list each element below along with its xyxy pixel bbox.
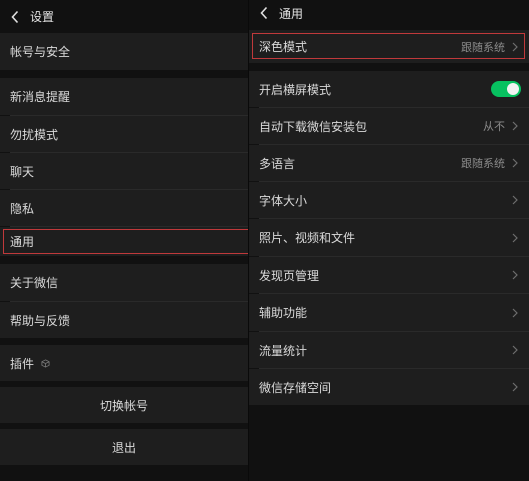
chevron-right-icon <box>509 344 521 356</box>
screens: 设置 帐号与安全 新消息提醒 勿扰模式 聊天 隐私 通用 关于微信 帮助与反馈 <box>0 0 529 481</box>
chevron-right-icon <box>509 307 521 319</box>
item-label: 自动下载微信安装包 <box>259 119 368 134</box>
item-label: 字体大小 <box>259 193 308 208</box>
item-label: 新消息提醒 <box>10 90 71 104</box>
back-arrow-icon[interactable] <box>6 8 24 26</box>
settings-item-chat[interactable]: 聊天 <box>0 153 248 189</box>
general-item-discover-management[interactable]: 发现页管理 <box>249 257 529 293</box>
settings-item-account-security[interactable]: 帐号与安全 <box>0 33 248 70</box>
item-label: 勿扰模式 <box>10 127 59 142</box>
general-item-accessibility[interactable]: 辅助功能 <box>249 294 529 331</box>
settings-item-plugins[interactable]: 插件 <box>0 345 248 381</box>
landscape-toggle-switch[interactable] <box>491 81 521 97</box>
settings-item-about-wechat[interactable]: 关于微信 <box>0 264 248 301</box>
general-item-language[interactable]: 多语言 跟随系统 <box>249 145 529 181</box>
general-item-dark-mode[interactable]: 深色模式 跟随系统 <box>249 30 529 63</box>
item-label: 开启横屏模式 <box>259 82 332 97</box>
item-label: 照片、视频和文件 <box>259 231 356 245</box>
logout-label: 退出 <box>111 440 136 455</box>
item-label: 多语言 <box>259 156 296 171</box>
chevron-right-icon <box>509 120 521 132</box>
settings-item-privacy[interactable]: 隐私 <box>0 190 248 226</box>
chevron-right-icon <box>509 232 521 244</box>
toggle-knob <box>507 83 519 95</box>
item-value: 跟随系统 <box>461 40 505 54</box>
page-title: 通用 <box>279 6 304 21</box>
general-item-font-size[interactable]: 字体大小 <box>249 182 529 218</box>
logout-button[interactable]: 退出 <box>0 429 248 465</box>
item-label: 通用 <box>10 235 35 249</box>
general-header: 通用 <box>249 0 529 26</box>
chevron-right-icon <box>509 381 521 393</box>
item-label: 关于微信 <box>10 276 59 290</box>
back-arrow-icon[interactable] <box>255 4 273 22</box>
settings-item-general[interactable]: 通用 <box>0 227 248 256</box>
general-item-landscape-mode[interactable]: 开启横屏模式 <box>249 71 529 107</box>
chevron-right-icon <box>509 194 521 206</box>
settings-screen: 设置 帐号与安全 新消息提醒 勿扰模式 聊天 隐私 通用 关于微信 帮助与反馈 <box>0 0 248 481</box>
switch-account-label: 切换帐号 <box>99 398 148 413</box>
general-item-auto-download-installer[interactable]: 自动下载微信安装包 从不 <box>249 108 529 144</box>
item-label: 帐号与安全 <box>10 45 71 59</box>
switch-account-button[interactable]: 切换帐号 <box>0 387 248 423</box>
general-screen: 通用 深色模式 跟随系统 开启横屏模式 自动下载微信安装包 从不 多语言 跟随系… <box>249 0 529 481</box>
general-item-data-usage[interactable]: 流量统计 <box>249 332 529 368</box>
general-item-storage[interactable]: 微信存储空间 <box>249 369 529 405</box>
settings-item-do-not-disturb[interactable]: 勿扰模式 <box>0 116 248 152</box>
chevron-right-icon <box>509 157 521 169</box>
plugin-cube-icon <box>40 358 50 368</box>
item-label: 发现页管理 <box>259 268 320 283</box>
settings-item-help-feedback[interactable]: 帮助与反馈 <box>0 302 248 338</box>
item-value: 从不 <box>483 120 505 133</box>
settings-item-new-message-alert[interactable]: 新消息提醒 <box>0 78 248 115</box>
item-label: 辅助功能 <box>259 306 308 320</box>
item-label: 插件 <box>10 356 35 371</box>
item-label: 聊天 <box>10 164 35 179</box>
item-label: 隐私 <box>10 201 35 216</box>
settings-header: 设置 <box>0 0 248 33</box>
chevron-right-icon <box>509 269 521 281</box>
item-label: 流量统计 <box>259 343 308 358</box>
item-value: 跟随系统 <box>461 157 505 170</box>
chevron-right-icon <box>509 41 521 53</box>
page-title: 设置 <box>30 10 55 24</box>
item-label: 帮助与反馈 <box>10 313 71 328</box>
item-label: 微信存储空间 <box>259 380 332 395</box>
general-item-photos-videos-files[interactable]: 照片、视频和文件 <box>249 219 529 256</box>
item-label: 深色模式 <box>259 40 308 54</box>
